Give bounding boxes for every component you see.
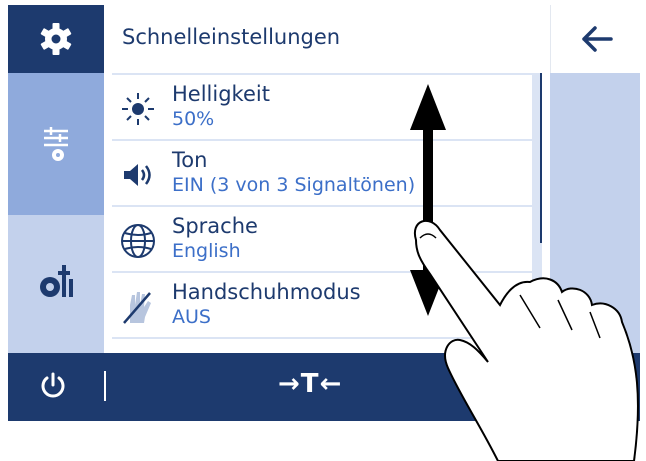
setting-label: Helligkeit — [172, 82, 270, 106]
setting-value: EIN (3 von 3 Signaltönen) — [172, 174, 416, 196]
gear-icon — [40, 23, 72, 55]
setting-value: AUS — [172, 306, 211, 328]
quick-settings-tab[interactable] — [8, 73, 104, 215]
tare-button[interactable]: →T← — [278, 369, 342, 399]
setting-label: Ton — [172, 148, 208, 172]
device-screen: Schnelleinstellungen Helligkeit 50% Ton … — [0, 0, 646, 461]
setting-value: English — [172, 240, 241, 262]
list-item-sound[interactable]: Ton EIN (3 von 3 Signaltönen) — [112, 141, 532, 205]
sun-icon — [122, 93, 154, 125]
glove-icon — [123, 292, 151, 324]
power-icon[interactable] — [38, 371, 68, 401]
separator — [104, 371, 106, 401]
settings-home-button[interactable] — [8, 5, 104, 73]
header-bar: Schnelleinstellungen — [104, 5, 550, 73]
speaker-icon — [124, 164, 151, 186]
quick-settings-icon — [44, 127, 68, 161]
setting-label: Sprache — [172, 214, 258, 238]
pointing-hand-icon — [413, 219, 639, 461]
tools-settings-icon — [40, 265, 73, 297]
globe-icon — [121, 224, 155, 258]
setting-value: 50% — [172, 108, 215, 130]
back-button[interactable] — [550, 5, 641, 73]
list-item-brightness[interactable]: Helligkeit 50% — [112, 75, 532, 139]
page-title: Schnelleinstellungen — [122, 25, 341, 49]
back-arrow-icon — [582, 26, 613, 52]
tools-settings-tab[interactable] — [8, 215, 104, 353]
setting-label: Handschuhmodus — [172, 280, 361, 304]
